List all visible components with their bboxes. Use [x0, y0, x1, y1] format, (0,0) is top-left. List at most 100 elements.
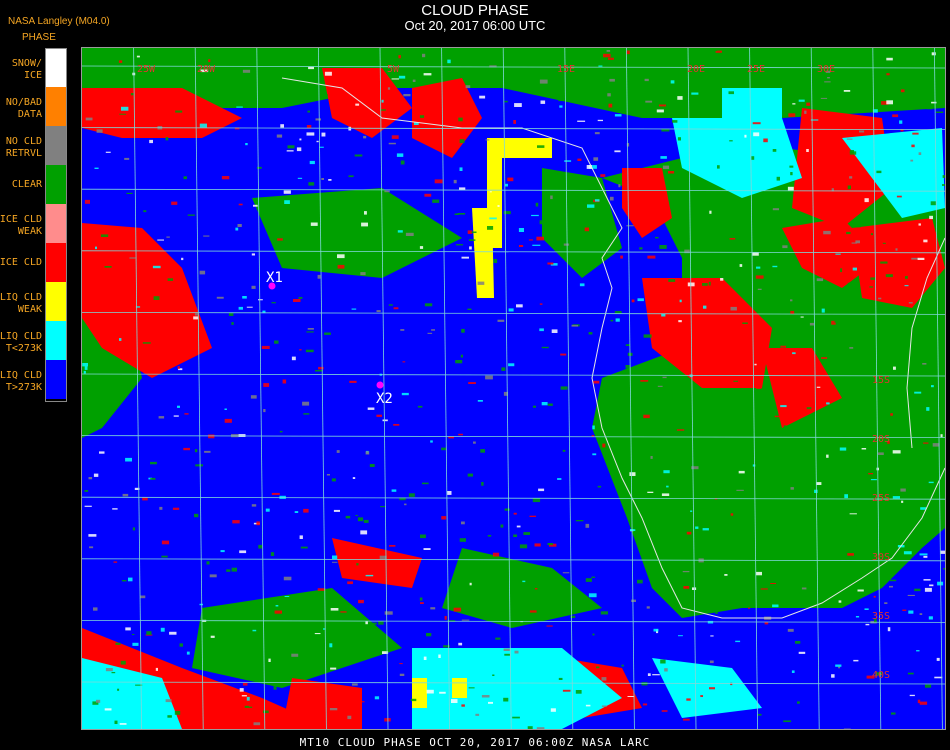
- cloud-pixel: [299, 138, 302, 141]
- cloud-pixel: [398, 75, 406, 79]
- cloud-pixel: [633, 481, 638, 483]
- cloud-pixel: [763, 138, 768, 143]
- cloud-pixel: [299, 349, 302, 351]
- cloud-pixel: [337, 264, 345, 269]
- cloud-pixel: [706, 272, 713, 276]
- cloud-pixel: [250, 395, 257, 399]
- cloud-pixel: [547, 262, 554, 265]
- cloud-pixel: [540, 100, 546, 104]
- cloud-pixel: [492, 552, 500, 557]
- cloud-pixel: [812, 524, 819, 527]
- cloud-pixel: [459, 139, 465, 144]
- cloud-pixel: [439, 691, 446, 694]
- cloud-pixel: [96, 129, 103, 133]
- cloud-pixel: [487, 226, 494, 230]
- cloud-pixel: [231, 567, 237, 572]
- cloud-pixel: [742, 322, 748, 324]
- cloud-pixel: [468, 687, 475, 689]
- cloud-pixel: [306, 331, 314, 333]
- cloud-pixel: [231, 63, 239, 68]
- cloud-pixel: [349, 380, 357, 383]
- cloud-pixel: [823, 144, 827, 148]
- cloud-pixel: [279, 430, 283, 433]
- legend-item-no-cld-retrvl: NO CLD RETRVL: [0, 126, 66, 165]
- cloud-pixel: [637, 579, 643, 584]
- cloud-pixel: [369, 464, 375, 467]
- cloud-pixel: [220, 550, 225, 553]
- cloud-pixel: [663, 470, 670, 474]
- cloud-pixel: [929, 584, 934, 587]
- cloud-pixel: [136, 55, 140, 58]
- cloud-pixel: [618, 184, 621, 188]
- cloud-pixel: [146, 631, 152, 635]
- cloud-pixel: [918, 152, 922, 155]
- cloud-pixel: [606, 50, 611, 52]
- cloud-pixel: [654, 519, 658, 524]
- cloud-pixel: [823, 230, 831, 235]
- cloud-pixel: [931, 385, 934, 388]
- cloud-pixel: [912, 132, 919, 135]
- cloud-pixel: [851, 407, 858, 409]
- cloud-pixel: [140, 595, 146, 599]
- cloud-pixel: [104, 708, 112, 711]
- cloud-pixel: [246, 696, 250, 701]
- cloud-pixel: [503, 648, 510, 651]
- cloud-pixel: [489, 191, 492, 193]
- cloud-pixel: [206, 561, 210, 565]
- cloud-pixel: [729, 238, 736, 240]
- cloud-pixel: [382, 419, 388, 422]
- cloud-pixel: [914, 588, 921, 592]
- cloud-pixel: [804, 110, 807, 114]
- cloud-pixel: [607, 93, 611, 97]
- cloud-pixel: [536, 727, 545, 729]
- cloud-pixel: [181, 257, 184, 261]
- cloud-pixel: [598, 65, 603, 67]
- cloud-pixel: [307, 110, 310, 113]
- cloud-pixel: [263, 409, 266, 413]
- legend-swatch: [46, 204, 66, 243]
- cloud-pixel: [843, 90, 851, 92]
- cloud-pixel: [237, 224, 242, 227]
- cloud-pixel: [687, 282, 695, 287]
- cloud-pixel: [929, 215, 933, 220]
- cloud-phase-map[interactable]: 25W 20W 5W 15E 20E 25E 30E 15S 20S 25S 30S 35S 40S X…: [81, 47, 946, 730]
- cloud-pixel: [317, 274, 321, 279]
- lat-label: 25S: [872, 493, 890, 504]
- cloud-pixel: [911, 257, 919, 260]
- cloud-pixel: [316, 140, 319, 143]
- cloud-pixel: [877, 452, 884, 455]
- cloud-pixel: [577, 120, 586, 122]
- cloud-pixel: [918, 223, 921, 226]
- cloud-pixel: [364, 258, 367, 262]
- cloud-pixel: [461, 328, 465, 333]
- cloud-pixel: [360, 701, 365, 703]
- cloud-pixel: [735, 640, 741, 643]
- cloud-pixel: [93, 473, 99, 477]
- cloud-pixel: [504, 508, 510, 511]
- cloud-pixel: [86, 413, 93, 416]
- cloud-pixel: [844, 494, 848, 499]
- cloud-pixel: [302, 401, 310, 406]
- cloud-pixel: [387, 87, 391, 90]
- cloud-pixel: [194, 449, 198, 453]
- cloud-pixel: [814, 489, 818, 493]
- cloud-pixel: [461, 521, 465, 525]
- cloud-pixel: [194, 313, 199, 316]
- cloud-pixel: [647, 491, 654, 493]
- cloud-pixel: [730, 513, 734, 516]
- cloud-pixel: [265, 508, 270, 512]
- cloud-pixel: [757, 713, 762, 716]
- cloud-pixel: [626, 50, 630, 55]
- cloud-pixel: [886, 73, 890, 76]
- cloud-pixel: [702, 283, 708, 286]
- cloud-pixel: [399, 673, 405, 676]
- cloud-pixel: [892, 114, 899, 118]
- cloud-pixel: [434, 179, 443, 184]
- cloud-pixel: [357, 517, 364, 522]
- cloud-pixel: [253, 722, 261, 726]
- cloud-pixel: [896, 99, 900, 101]
- legend-swatch: [46, 87, 66, 126]
- cloud-pixel: [534, 588, 538, 590]
- cloud-pixel: [221, 176, 230, 180]
- cloud-pixel: [869, 286, 873, 288]
